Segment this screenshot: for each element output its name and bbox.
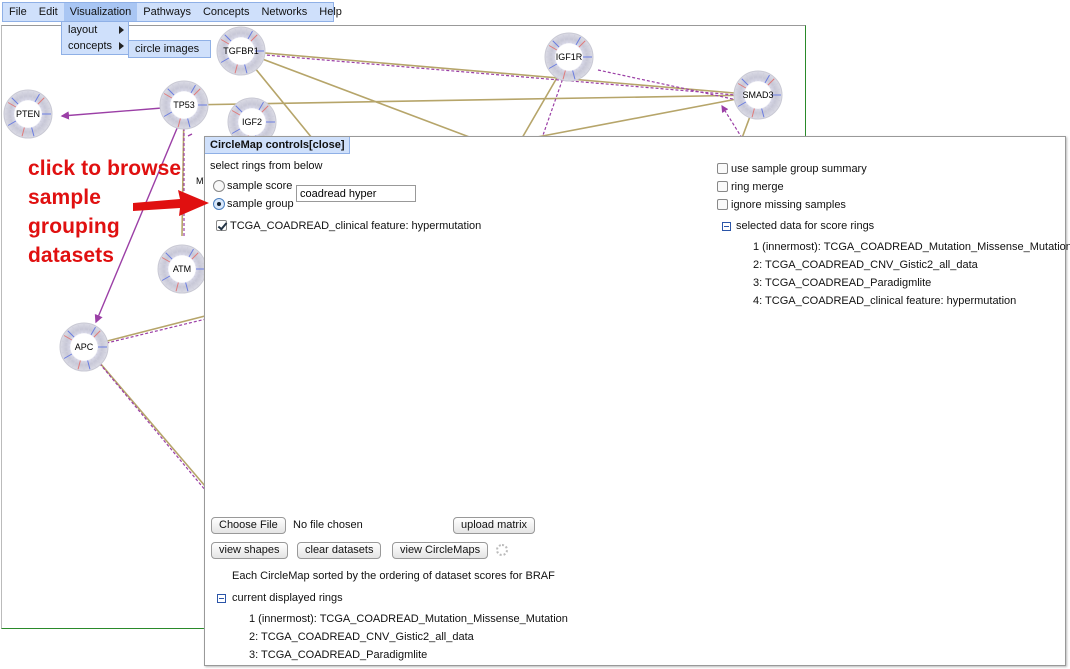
current-ring-item: 3: TCGA_COADREAD_Paradigmlite — [249, 649, 428, 661]
selected-ring-item: 3: TCGA_COADREAD_Paradigmlite — [753, 277, 932, 289]
use-sample-group-summary-label: use sample group summary — [731, 163, 867, 175]
network-edge — [531, 94, 759, 139]
network-node-label: TGFBR1 — [223, 46, 259, 56]
network-node[interactable]: TGFBR1 — [216, 26, 266, 76]
annotation-line: datasets — [28, 244, 115, 267]
collapse-icon[interactable] — [217, 594, 226, 603]
dataset-option-label: TCGA_COADREAD_clinical feature: hypermut… — [230, 220, 482, 232]
loading-spinner-icon — [496, 544, 508, 556]
network-edge — [241, 52, 760, 98]
annotation-line: click to browse — [28, 157, 182, 180]
network-node[interactable]: TP53 — [159, 80, 209, 130]
view-circlemaps-button[interactable]: view CircleMaps — [392, 542, 489, 559]
annotation-line: grouping — [28, 215, 120, 238]
network-node[interactable]: IGF1R — [544, 32, 594, 82]
use-sample-group-summary-checkbox[interactable] — [717, 163, 728, 174]
collapse-icon[interactable] — [722, 222, 731, 231]
network-node[interactable]: APC — [59, 322, 109, 372]
choose-file-button[interactable]: Choose File — [211, 517, 286, 534]
current-ring-item: 2: TCGA_COADREAD_CNV_Gistic2_all_data — [249, 631, 474, 643]
panel-title[interactable]: CircleMap controls[close] — [205, 137, 351, 154]
current-rings-header: current displayed rings — [232, 592, 343, 604]
menu-pathways[interactable]: Pathways — [137, 3, 197, 21]
submenu-arrow-icon — [119, 26, 124, 34]
selected-ring-item: 4: TCGA_COADREAD_clinical feature: hyper… — [753, 295, 1017, 307]
network-node-label: IGF2 — [242, 117, 262, 127]
network-node[interactable]: PTEN — [3, 89, 53, 139]
network-node-label: TP53 — [173, 100, 195, 110]
network-edge — [187, 133, 193, 137]
menu-bar: File Edit Visualization Pathways Concept… — [2, 2, 342, 22]
network-node[interactable]: SMAD3 — [733, 70, 783, 120]
menu-edit[interactable]: Edit — [33, 3, 64, 21]
menu-file[interactable]: File — [3, 3, 33, 21]
network-node-label: SMAD3 — [742, 90, 773, 100]
annotation-line: sample — [28, 186, 101, 209]
menu-visualization[interactable]: Visualization — [63, 3, 138, 21]
radio-sample-score[interactable] — [213, 180, 225, 192]
selected-data-header: selected data for score rings — [736, 220, 875, 232]
ring-merge-checkbox[interactable] — [717, 181, 728, 192]
selected-ring-item: 2: TCGA_COADREAD_CNV_Gistic2_all_data — [753, 259, 978, 271]
network-node-label: APC — [75, 342, 94, 352]
radio-sample-group[interactable] — [213, 198, 225, 210]
select-rings-label: select rings from below — [210, 160, 323, 172]
selected-ring-item: 1 (innermost): TCGA_COADREAD_Mutation_Mi… — [753, 241, 1070, 253]
sort-note: Each CircleMap sorted by the ordering of… — [232, 570, 555, 582]
radio-sample-score-label: sample score — [227, 180, 293, 192]
ignore-missing-samples-checkbox[interactable] — [717, 199, 728, 210]
network-edge — [87, 348, 206, 487]
file-status: No file chosen — [293, 519, 363, 531]
network-edge — [721, 104, 743, 139]
submenu-concepts-label: concepts — [68, 40, 113, 52]
circlemap-controls-panel: CircleMap controls[close] select rings f… — [204, 136, 1070, 666]
menu-networks[interactable]: Networks — [255, 3, 313, 21]
menu-circle-images[interactable]: circle images — [128, 40, 211, 58]
visualization-submenu: layout concepts — [61, 21, 129, 55]
dataset-search-input[interactable] — [296, 185, 416, 202]
annotation-callout: click to browse sample grouping datasets — [28, 154, 228, 270]
network-edge — [89, 351, 207, 492]
clear-datasets-button[interactable]: clear datasets — [297, 542, 382, 559]
network-edge — [183, 94, 759, 106]
network-edge — [60, 107, 163, 120]
view-shapes-button[interactable]: view shapes — [211, 542, 288, 559]
submenu-layout-label: layout — [68, 24, 98, 36]
network-node-label: PTEN — [16, 109, 40, 119]
submenu-layout[interactable]: layout — [62, 22, 128, 38]
upload-matrix-button[interactable]: upload matrix — [453, 517, 536, 534]
ring-merge-label: ring merge — [731, 181, 784, 193]
submenu-arrow-icon — [119, 42, 124, 50]
dataset-checkbox[interactable] — [216, 220, 227, 231]
ignore-missing-samples-label: ignore missing samples — [731, 199, 846, 211]
current-ring-item: 1 (innermost): TCGA_COADREAD_Mutation_Mi… — [249, 613, 568, 625]
radio-sample-group-label: sample group — [227, 198, 294, 210]
menu-help[interactable]: Help — [313, 3, 348, 21]
submenu-concepts[interactable]: concepts — [62, 38, 128, 54]
network-node-label: IGF1R — [556, 52, 583, 62]
menu-concepts[interactable]: Concepts — [197, 3, 255, 21]
network-edge — [240, 50, 759, 96]
